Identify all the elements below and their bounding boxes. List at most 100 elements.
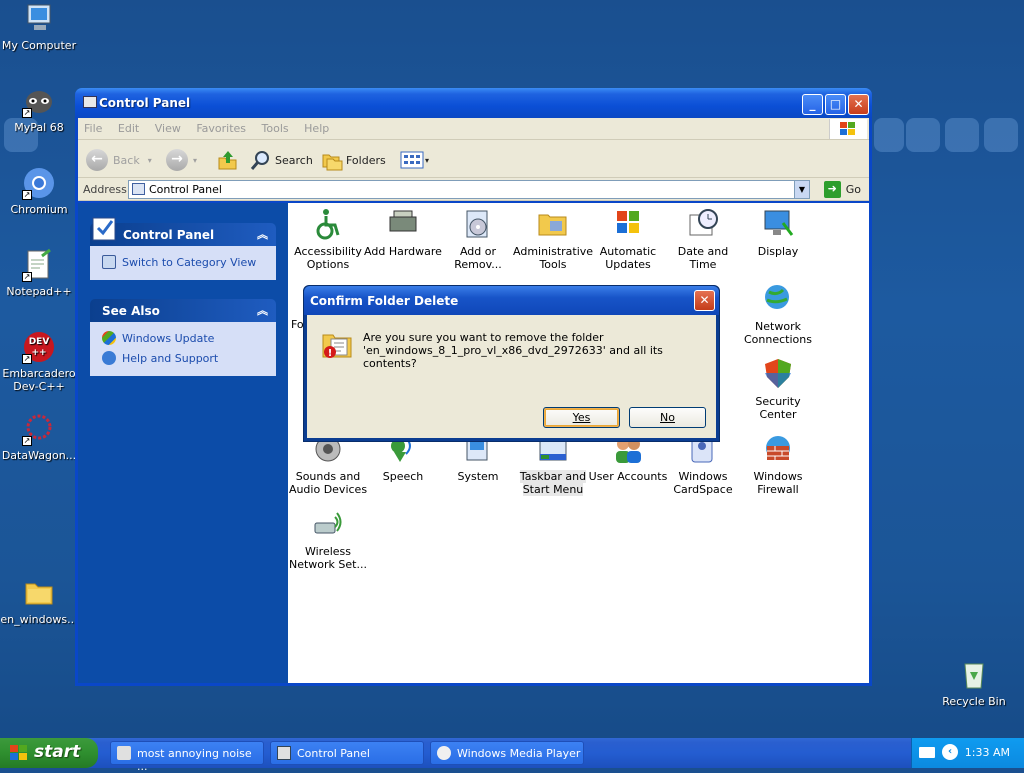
views-button[interactable]: ▾ — [400, 148, 429, 172]
desktop-icon-label: Chromium — [10, 203, 68, 216]
dialog-close-button[interactable]: ✕ — [694, 290, 715, 311]
shortcut-arrow-icon: ↗ — [22, 108, 32, 118]
menu-bar: File Edit View Favorites Tools Help — [78, 118, 869, 140]
cpl-windows-firewall[interactable]: Windows Firewall — [738, 432, 818, 496]
system-tray: ‹ 1:33 AM — [911, 738, 1024, 768]
task-pane: Control Panel ︽ Switch to Category View … — [78, 203, 288, 683]
cpl-folder-options-partial[interactable]: Fo — [291, 318, 304, 331]
dialog-title: Confirm Folder Delete — [310, 294, 459, 308]
panel-header[interactable]: Control Panel ︽ — [90, 217, 276, 246]
cpl-display[interactable]: Display — [738, 207, 818, 258]
address-dropdown-button[interactable]: ▼ — [794, 181, 809, 198]
close-button[interactable]: ✕ — [848, 94, 869, 115]
desktop-icon-datawagon[interactable]: ↗ DataWagon... — [0, 412, 78, 462]
no-button[interactable]: No — [629, 407, 706, 428]
go-button[interactable]: ➜ Go — [823, 181, 861, 198]
svg-text:DEV: DEV — [29, 337, 50, 347]
menu-favorites[interactable]: Favorites — [190, 118, 252, 139]
desktop-icon-recycle-bin[interactable]: Recycle Bin — [935, 658, 1013, 708]
address-input[interactable]: Control Panel ▼ — [128, 180, 810, 199]
clock[interactable]: 1:33 AM — [965, 746, 1010, 759]
desktop-decoration — [984, 118, 1018, 152]
search-button[interactable]: Search — [250, 148, 313, 172]
cpl-label: Add Hardware — [364, 245, 442, 258]
windows-update-link[interactable]: Windows Update — [102, 328, 266, 348]
menu-help[interactable]: Help — [298, 118, 335, 139]
dialog-message: Are you sure you want to remove the fold… — [363, 331, 716, 370]
yes-label: Yes — [572, 411, 591, 424]
windows-update-icon — [102, 331, 116, 345]
cpl-wireless-network-setup[interactable]: Wireless Network Set... — [288, 507, 368, 571]
start-button[interactable]: start — [0, 738, 98, 768]
datawagon-icon: ↗ — [22, 412, 56, 446]
control-panel-task-panel: Control Panel ︽ Switch to Category View — [90, 217, 276, 280]
desktop-icon-devcpp[interactable]: DEV ++ ↗ Embarcadero Dev-C++ — [0, 330, 78, 393]
folders-icon — [322, 154, 343, 171]
panel-title: See Also — [102, 304, 160, 318]
cpl-administrative-tools[interactable]: Administrative Tools — [513, 207, 593, 271]
window-title: Control Panel — [99, 96, 191, 110]
cpl-security-center[interactable]: Security Center — [738, 357, 818, 421]
cpl-network-connections[interactable]: Network Connections — [738, 282, 818, 346]
cpl-automatic-updates[interactable]: Automatic Updates — [588, 207, 668, 271]
shortcut-arrow-icon: ↗ — [22, 190, 32, 200]
dialog-titlebar[interactable]: Confirm Folder Delete ✕ — [304, 286, 719, 315]
window-titlebar[interactable]: Control Panel _ □ ✕ — [75, 88, 872, 118]
cpl-label: Fo — [291, 318, 304, 331]
desktop-icon-chromium[interactable]: ↗ Chromium — [0, 166, 78, 216]
taskbar-item-windows-media-player[interactable]: Windows Media Player — [430, 741, 584, 765]
address-value: Control Panel — [149, 183, 222, 196]
menu-edit[interactable]: Edit — [112, 118, 145, 139]
forward-button[interactable]: → ▾ — [166, 148, 197, 172]
folders-button[interactable]: Folders — [321, 148, 386, 172]
devcpp-icon: DEV ++ ↗ — [22, 330, 56, 364]
panel-header[interactable]: See Also ︽ — [90, 299, 276, 322]
minimize-button[interactable]: _ — [802, 94, 823, 115]
automatic-updates-icon — [611, 207, 645, 241]
cpl-label: User Accounts — [588, 470, 668, 483]
menu-view[interactable]: View — [149, 118, 187, 139]
search-icon — [250, 151, 269, 170]
media-player-icon — [437, 746, 451, 760]
desktop-icon-my-computer[interactable]: My Computer — [0, 2, 78, 52]
panel-body: Switch to Category View — [90, 246, 276, 280]
desktop-icon-mypal[interactable]: ↗ MyPal 68 — [0, 84, 78, 134]
up-folder-button[interactable] — [216, 148, 238, 172]
desktop-icon-label: Embarcadero Dev-C++ — [2, 367, 76, 393]
svg-text:!: ! — [328, 348, 333, 359]
confirm-folder-delete-dialog: Confirm Folder Delete ✕ ! Are you sure y… — [303, 285, 720, 442]
collapse-chevron-icon[interactable]: ︽ — [257, 302, 268, 318]
taskbar-item-label: Control Panel — [297, 747, 370, 760]
see-also-panel: See Also ︽ Windows Update Help and Suppo… — [90, 299, 276, 376]
cpl-label: Taskbar and Start Menu — [519, 470, 587, 496]
taskbar-item-annoying-noise[interactable]: most annoying noise ... — [110, 741, 264, 773]
shield-icon — [761, 357, 795, 391]
cpl-add-hardware[interactable]: Add Hardware — [363, 207, 443, 258]
cpl-accessibility-options[interactable]: Accessibility Options — [288, 207, 368, 271]
back-button[interactable]: ← Back ▾ — [86, 148, 152, 172]
cpl-add-or-remove-programs[interactable]: Add or Remov... — [438, 207, 518, 271]
show-hidden-icons-button[interactable]: ‹ — [942, 744, 958, 760]
menu-file[interactable]: File — [78, 118, 108, 139]
add-hardware-icon — [386, 207, 420, 241]
desktop-icon-en-windows-folder[interactable]: en_windows... — [0, 576, 78, 626]
desktop-decoration — [945, 118, 979, 152]
folder-icon — [22, 576, 56, 610]
display-icon — [761, 207, 795, 241]
taskbar-item-control-panel[interactable]: Control Panel — [270, 741, 424, 765]
accessibility-icon — [311, 207, 345, 241]
maximize-button[interactable]: □ — [825, 94, 846, 115]
cpl-date-and-time[interactable]: Date and Time — [663, 207, 743, 271]
computer-icon — [22, 2, 56, 36]
switch-to-category-view-link[interactable]: Switch to Category View — [102, 252, 266, 272]
views-icon — [400, 151, 424, 169]
menu-tools[interactable]: Tools — [256, 118, 295, 139]
media-icon — [117, 746, 131, 760]
keyboard-icon[interactable] — [919, 747, 935, 758]
desktop-icon-notepadpp[interactable]: ↗ Notepad++ — [0, 248, 78, 298]
cpl-label: Accessibility Options — [294, 245, 362, 271]
help-and-support-link[interactable]: Help and Support — [102, 348, 266, 368]
yes-button[interactable]: Yes — [543, 407, 620, 428]
collapse-chevron-icon[interactable]: ︽ — [257, 226, 268, 242]
link-label: Help and Support — [122, 351, 219, 365]
